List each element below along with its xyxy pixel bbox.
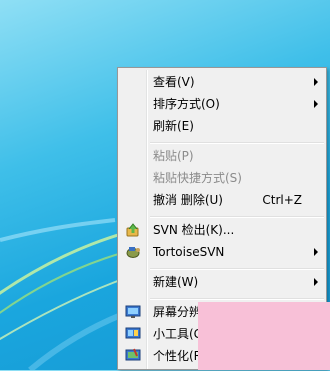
menu-item-sort-by[interactable]: 排序方式(O) [120,93,324,115]
submenu-arrow-icon [314,248,318,256]
menu-item-refresh[interactable]: 刷新(E) [120,115,324,137]
menu-separator [150,142,324,144]
menu-item-label: 刷新(E) [153,119,194,133]
menu-separator [150,298,324,300]
menu-separator [150,268,324,270]
menu-item-label: 查看(V) [153,75,195,89]
menu-item-paste-shortcut: 粘贴快捷方式(S) [120,167,324,189]
menu-item-paste: 粘贴(P) [120,145,324,167]
menu-item-svn-checkout[interactable]: SVN 检出(K)... [120,219,324,241]
menu-item-label: 新建(W) [153,275,199,289]
svn-checkout-icon [125,222,141,238]
menu-item-label: 粘贴(P) [153,149,194,163]
menu-item-tortoisesvn[interactable]: TortoiseSVN [120,241,324,263]
menu-item-label: 粘贴快捷方式(S) [153,171,242,185]
submenu-arrow-icon [314,278,318,286]
pink-overlay-block [198,302,330,370]
personalize-icon [125,348,141,364]
submenu-arrow-icon [314,100,318,108]
submenu-arrow-icon [314,78,318,86]
screen-resolution-icon [125,304,141,320]
menu-item-label: TortoiseSVN [153,245,225,259]
menu-item-label: 撤消 删除(U) [153,193,223,207]
menu-item-label: 排序方式(O) [153,97,220,111]
gadgets-icon [125,326,141,342]
menu-separator [150,216,324,218]
tortoisesvn-icon [125,244,141,260]
menu-item-undo-delete[interactable]: 撤消 删除(U) Ctrl+Z [120,189,324,211]
menu-item-shortcut: Ctrl+Z [262,193,302,207]
menu-item-new[interactable]: 新建(W) [120,271,324,293]
menu-item-view[interactable]: 查看(V) [120,71,324,93]
menu-item-label: SVN 检出(K)... [153,223,235,237]
